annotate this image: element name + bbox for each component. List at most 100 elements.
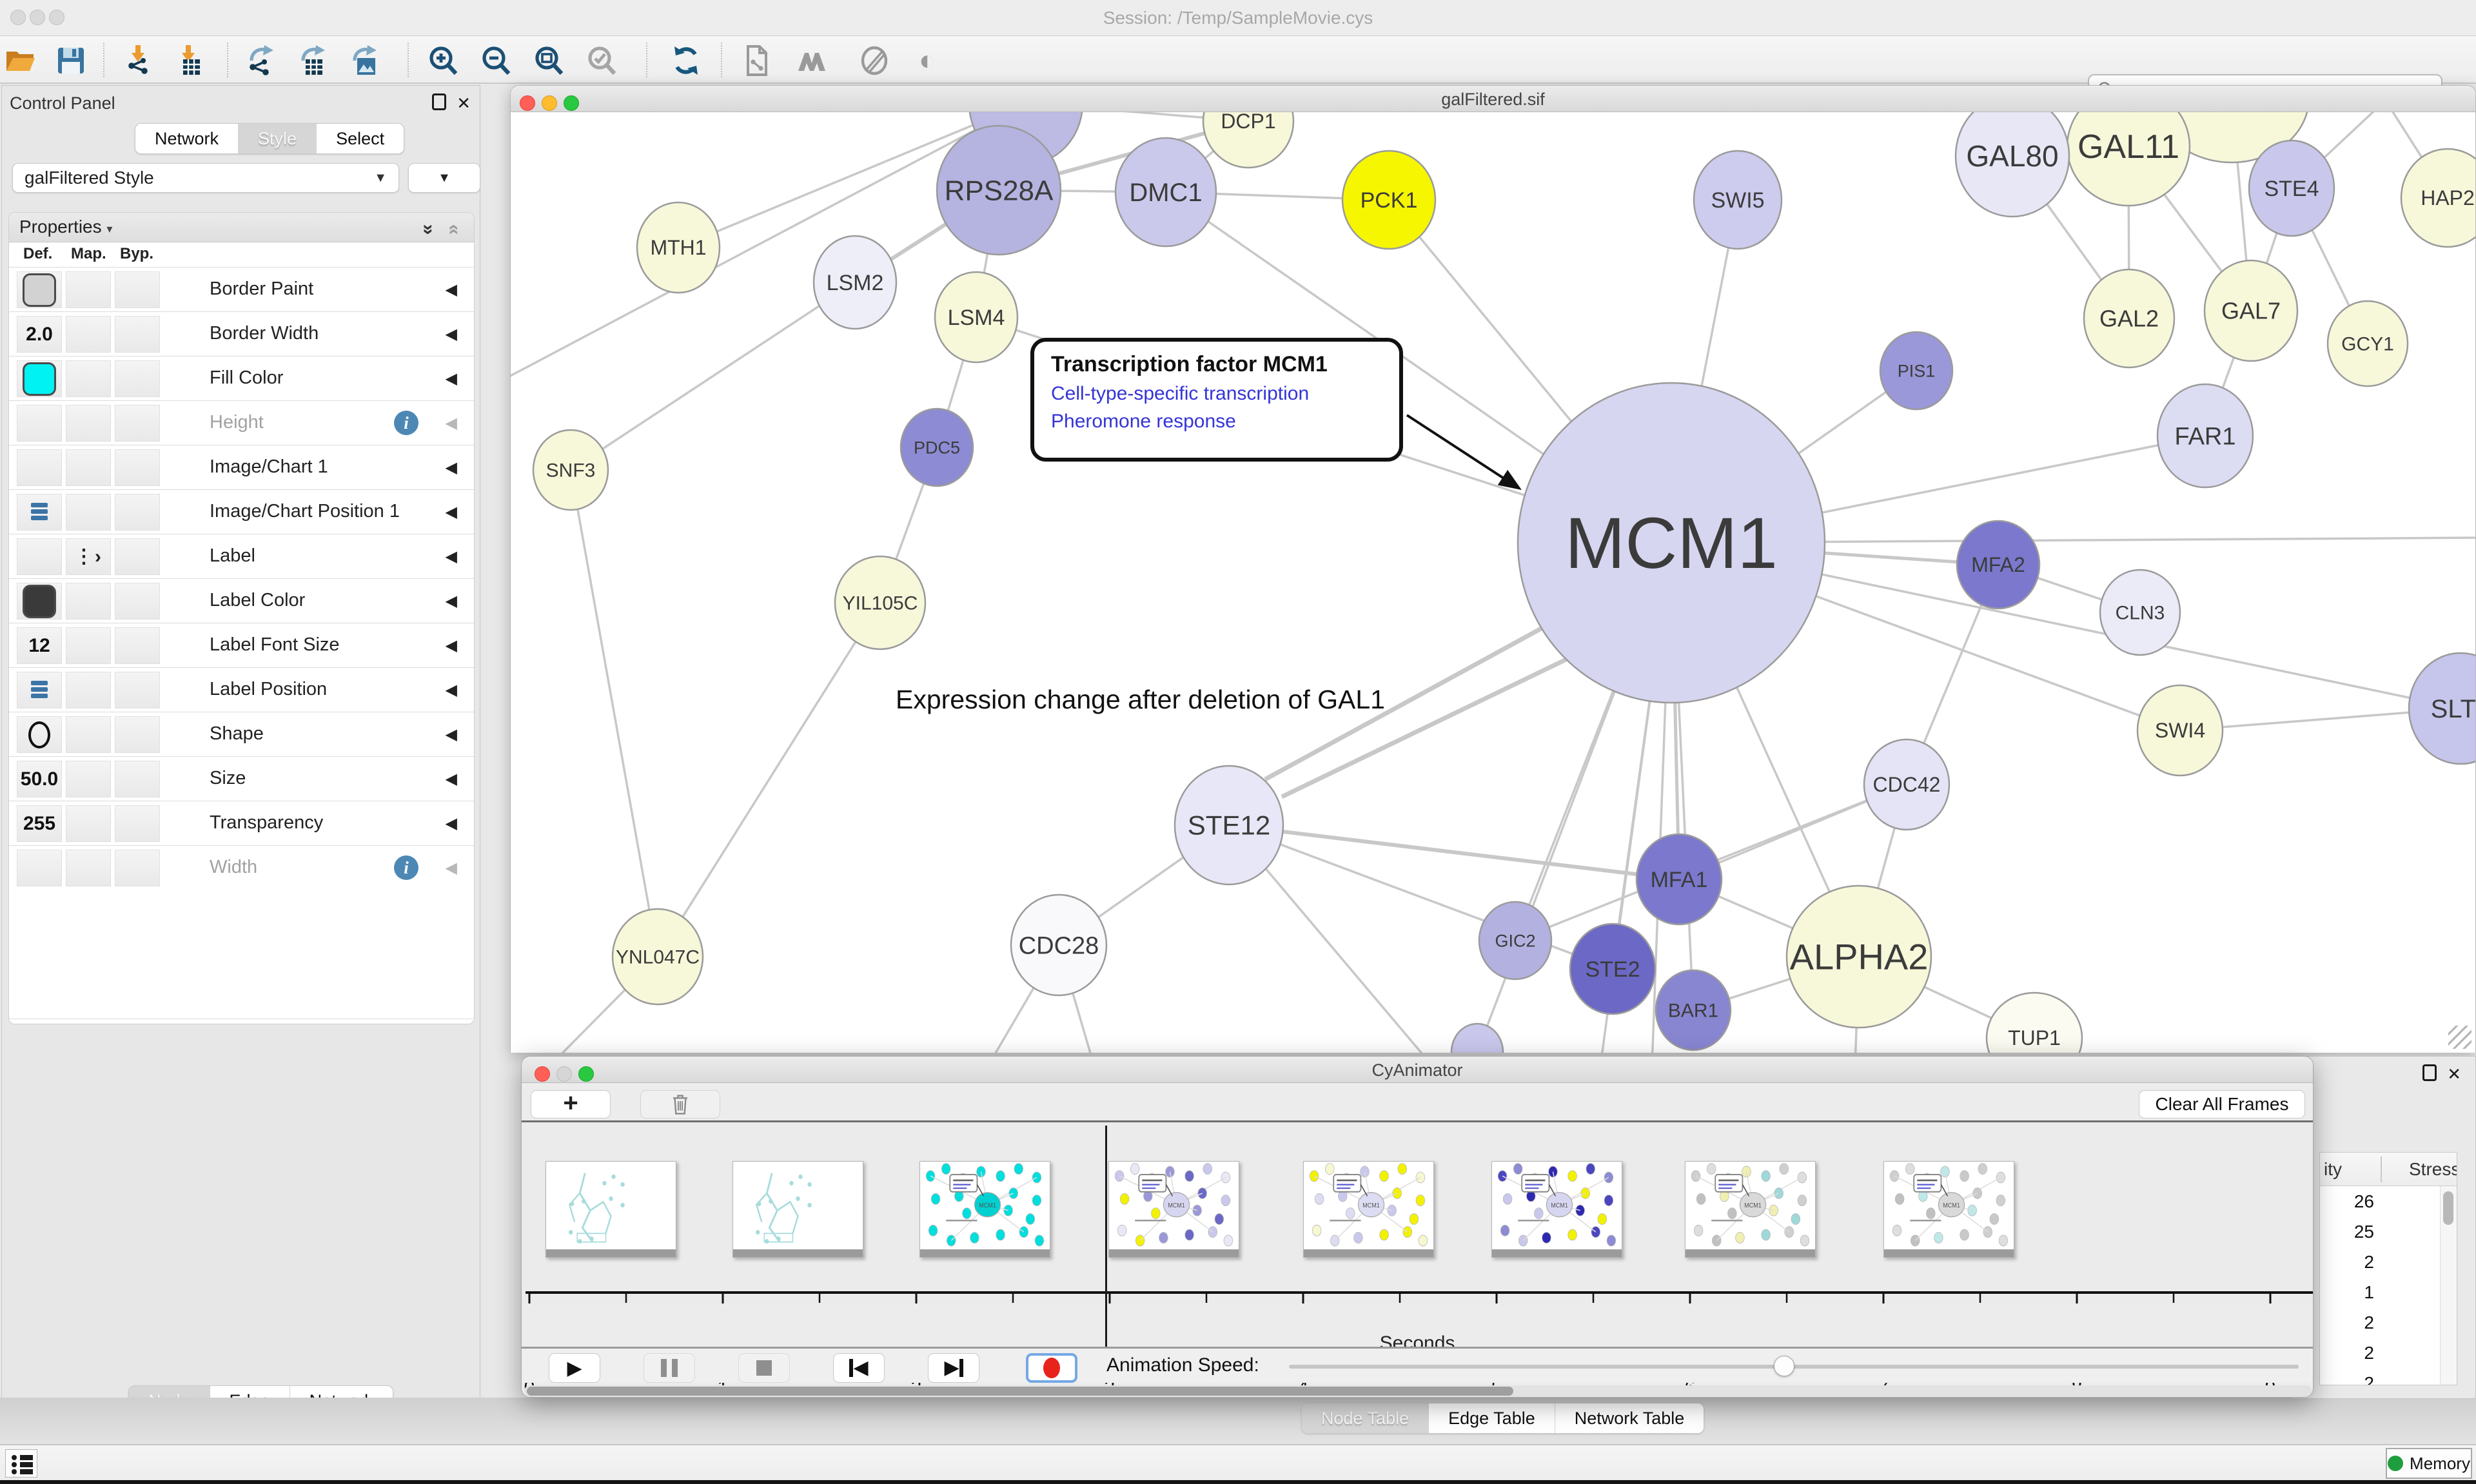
mapping-cell[interactable]	[66, 672, 111, 708]
float-panel-icon[interactable]	[432, 93, 446, 110]
stop-button[interactable]	[738, 1353, 790, 1383]
frame-thumbnail-5[interactable]: MCM1	[1303, 1161, 1434, 1258]
expand-row-icon[interactable]: ◀	[446, 814, 457, 833]
cyanimator-titlebar[interactable]: CyAnimator	[522, 1057, 2313, 1083]
import-network-icon[interactable]	[121, 44, 155, 77]
network-caption[interactable]: Expression change after deletion of GAL1	[896, 685, 1385, 715]
tab-network-table[interactable]: Network Table	[1555, 1403, 1704, 1433]
refresh-icon[interactable]	[669, 44, 703, 77]
mapping-cell[interactable]	[66, 716, 111, 753]
tab-edge-table[interactable]: Edge Table	[1429, 1403, 1555, 1433]
network-window-titlebar[interactable]: galFiltered.sif	[511, 86, 2475, 112]
table-scrollbar[interactable]	[2440, 1186, 2457, 1385]
timeline-scrollbar[interactable]	[524, 1385, 2312, 1397]
clear-all-frames-button[interactable]: Clear All Frames	[2139, 1090, 2305, 1118]
default-value-cell[interactable]: 50.0	[17, 761, 62, 797]
network-edge[interactable]	[1229, 825, 1679, 879]
zoom-fit-icon[interactable]	[533, 44, 566, 77]
add-frame-button[interactable]: +	[531, 1090, 611, 1118]
expand-row-icon[interactable]: ◀	[446, 503, 457, 522]
expand-row-icon[interactable]: ◀	[446, 636, 457, 655]
hide-graphics-icon[interactable]	[858, 44, 891, 77]
bypass-cell[interactable]	[115, 538, 160, 575]
mapping-cell[interactable]	[66, 316, 111, 353]
network-node-pbottom[interactable]	[1451, 1024, 1503, 1053]
default-value-cell[interactable]: 2.0	[17, 316, 62, 353]
import-table-icon[interactable]	[172, 44, 205, 77]
mapping-cell[interactable]	[66, 761, 111, 797]
first-neighbors-icon[interactable]	[796, 44, 829, 77]
style-selector-dropdown[interactable]: galFiltered Style ▼	[12, 163, 399, 193]
expand-row-icon[interactable]: ◀	[446, 414, 457, 433]
frame-thumbnail-1[interactable]	[545, 1161, 676, 1258]
export-network-icon[interactable]	[244, 44, 277, 77]
frame-thumbnail-6[interactable]: MCM1	[1491, 1161, 1622, 1258]
table-cell[interactable]: 25	[2320, 1216, 2381, 1247]
expand-row-icon[interactable]: ◀	[446, 369, 457, 388]
table-cell[interactable]: 2	[2320, 1338, 2381, 1368]
table-cell[interactable]: 26	[2320, 1186, 2381, 1216]
annotation-link[interactable]: Pheromone response	[1051, 411, 1399, 433]
node-table[interactable]: ity Stress 26252122222	[2319, 1152, 2457, 1385]
style-options-button[interactable]: ▼	[408, 163, 480, 193]
expand-all-icon[interactable]: »	[415, 224, 443, 235]
info-icon[interactable]: i	[394, 855, 418, 880]
memory-button[interactable]: Memory	[2386, 1448, 2472, 1479]
expand-row-icon[interactable]: ◀	[446, 280, 457, 299]
mapping-cell[interactable]	[66, 805, 111, 842]
properties-header[interactable]: Properties ▾ » «	[9, 213, 474, 242]
frame-thumbnail-3[interactable]: MCM1	[919, 1161, 1050, 1258]
expand-row-icon[interactable]: ◀	[446, 325, 457, 344]
tab-select[interactable]: Select	[317, 124, 404, 153]
default-value-cell[interactable]	[17, 850, 62, 886]
previous-frame-button[interactable]: ◀	[833, 1353, 885, 1383]
timeline-playhead[interactable]	[1105, 1126, 1107, 1363]
expand-row-icon[interactable]: ◀	[446, 681, 457, 699]
expand-row-icon[interactable]: ◀	[446, 458, 457, 477]
info-icon[interactable]: i	[394, 411, 418, 435]
bypass-cell[interactable]	[115, 583, 160, 620]
open-session-icon[interactable]	[4, 44, 37, 77]
default-value-cell[interactable]	[17, 271, 62, 308]
default-value-cell[interactable]	[17, 672, 62, 708]
frame-thumbnail-7[interactable]: MCM1	[1685, 1161, 1816, 1258]
bypass-cell[interactable]	[115, 805, 160, 842]
show-graphics-icon[interactable]: ◐	[910, 44, 944, 77]
default-value-cell[interactable]	[17, 360, 62, 397]
table-cell[interactable]: 2	[2320, 1368, 2381, 1385]
play-button[interactable]: ▶	[549, 1353, 600, 1383]
network-edge[interactable]	[571, 470, 658, 957]
mapping-cell[interactable]	[66, 627, 111, 664]
bypass-cell[interactable]	[115, 316, 160, 353]
bypass-cell[interactable]	[115, 405, 160, 442]
default-value-cell[interactable]	[17, 449, 62, 486]
default-value-cell[interactable]	[17, 583, 62, 620]
bypass-cell[interactable]	[115, 716, 160, 753]
bypass-cell[interactable]	[115, 449, 160, 486]
expand-row-icon[interactable]: ◀	[446, 770, 457, 788]
table-cell[interactable]: 1	[2320, 1277, 2381, 1307]
expand-row-icon[interactable]: ◀	[446, 725, 457, 744]
expand-row-icon[interactable]: ◀	[446, 592, 457, 610]
default-value-cell[interactable]: 255	[17, 805, 62, 842]
default-value-cell[interactable]	[17, 405, 62, 442]
frame-thumbnail-8[interactable]: MCM1	[1883, 1161, 2014, 1258]
export-image-icon[interactable]	[347, 44, 380, 77]
bypass-cell[interactable]	[115, 360, 160, 397]
close-panel-icon[interactable]: ✕	[2447, 1064, 2461, 1084]
default-value-cell[interactable]	[17, 538, 62, 575]
export-table-icon[interactable]	[295, 44, 329, 77]
network-edge[interactable]	[658, 603, 880, 957]
default-value-cell[interactable]	[17, 494, 62, 531]
expand-row-icon[interactable]: ◀	[446, 859, 457, 877]
zoom-out-icon[interactable]	[480, 44, 513, 77]
bypass-cell[interactable]	[115, 672, 160, 708]
save-session-icon[interactable]	[54, 44, 88, 77]
mapping-cell[interactable]	[66, 850, 111, 886]
network-edge[interactable]	[1282, 657, 1571, 797]
zoom-in-icon[interactable]	[427, 44, 460, 77]
mapping-cell[interactable]	[66, 360, 111, 397]
mapping-cell[interactable]	[66, 405, 111, 442]
frame-thumbnail-4[interactable]: MCM1	[1108, 1161, 1239, 1258]
annotation-link[interactable]: Cell-type-specific transcription	[1051, 383, 1399, 405]
